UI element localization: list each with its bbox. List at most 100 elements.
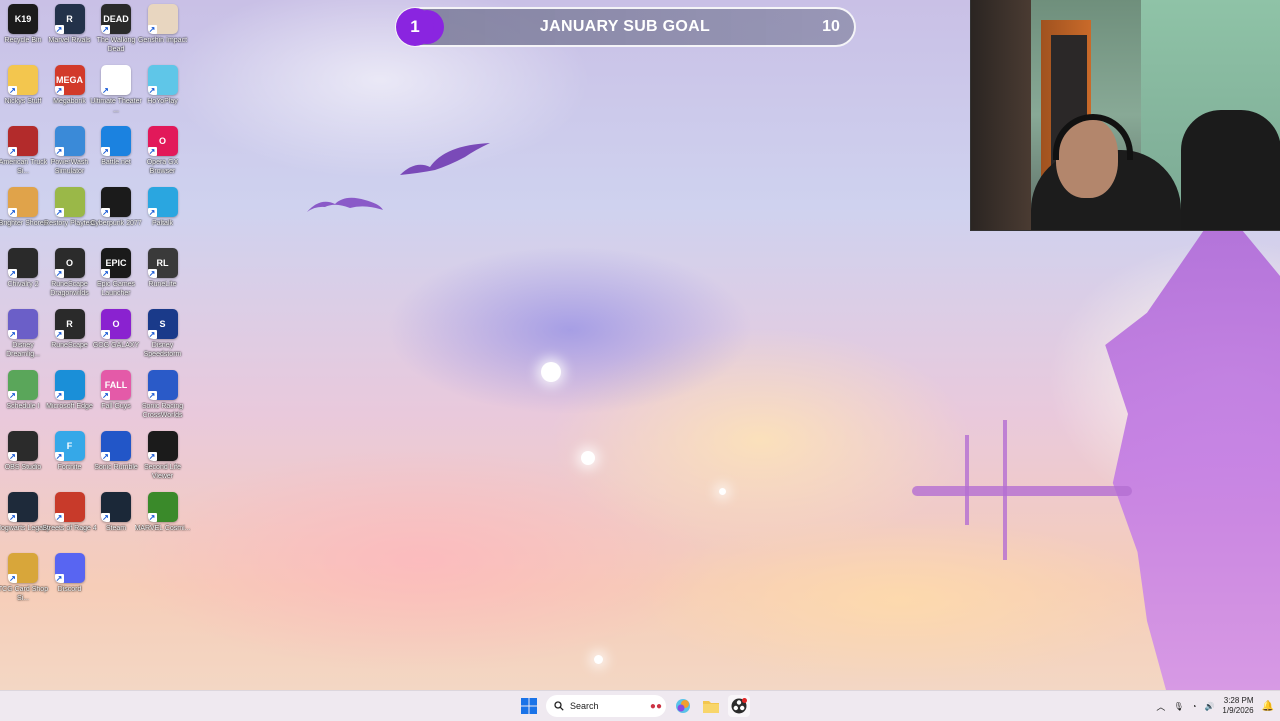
copilot-button[interactable]: [672, 695, 694, 717]
shortcut-arrow-icon: ↗: [147, 513, 157, 522]
discord-icon: ↗: [54, 553, 85, 583]
desktop-icon[interactable]: ↗ Battle.net: [93, 126, 139, 167]
desktop-icon[interactable]: ↗ Cyberpunk 2077: [90, 187, 142, 228]
desktop-icon[interactable]: O ↗ Opera GX Browser: [140, 126, 186, 176]
recycle-bin-icon: K19: [8, 4, 38, 34]
shortcut-arrow-icon: ↗: [8, 147, 17, 156]
desktop-icon[interactable]: ↗ Ultimate Theater ...: [90, 65, 142, 115]
desktop-icon[interactable]: ↗ Second Life Viewer: [140, 431, 186, 481]
desktop-icon[interactable]: ↗ Hogwarts Legacy: [0, 492, 50, 533]
desktop-icon[interactable]: O ↗ GOG GALAXY: [93, 309, 139, 350]
shortcut-arrow-icon: ↗: [101, 330, 110, 339]
wallpaper-bird-1: [400, 143, 490, 175]
brighter-shores-icon: ↗: [8, 187, 38, 217]
shortcut-arrow-icon: ↗: [54, 25, 64, 34]
desktop-icon[interactable]: R ↗ RuneScape: [47, 309, 93, 350]
wallpaper-orb: [541, 362, 561, 382]
search-placeholder: Search: [570, 701, 599, 711]
runescape-icon: R ↗: [54, 309, 85, 339]
desktop-icon[interactable]: F ↗ Fortnite: [47, 431, 93, 472]
desktop-icon[interactable]: K19 Recycle Bin: [0, 4, 46, 45]
icon-badge: MEGA: [56, 75, 83, 85]
taskbar-center: Search ●●: [518, 695, 750, 717]
desktop-icon[interactable]: ↗ Sonic Racing CrossWorlds: [140, 370, 186, 420]
icon-badge: O: [158, 136, 166, 146]
fortnite-icon: F ↗: [54, 431, 85, 461]
desktop-icon[interactable]: ↗ Discord: [47, 553, 93, 594]
desktop-icon[interactable]: ↗ Chivalry 2: [0, 248, 46, 289]
desktop-icon[interactable]: R ↗ Marvel Rivals: [47, 4, 93, 45]
obs-icon: ↗: [8, 431, 38, 461]
powerwash-icon: ↗: [54, 126, 85, 156]
shortcut-arrow-icon: ↗: [54, 574, 64, 583]
desktop-icon-label: Discord: [57, 586, 82, 593]
desktop-icon[interactable]: ↗ Schedule I: [0, 370, 46, 411]
shortcut-arrow-icon: ↗: [8, 330, 17, 339]
folder-icon: ↗: [8, 65, 38, 95]
wallpaper-orb: [581, 451, 595, 465]
microphone-icon[interactable]: 🎙: [1173, 702, 1183, 711]
search-icon: [554, 701, 564, 711]
system-tray: ︿ 🎙 ◔ 🔊 3:28 PM 1/9/2026 🔔: [1156, 695, 1274, 717]
desktop-icon[interactable]: ↗ American Truck Si...: [0, 126, 47, 176]
shortcut-arrow-icon: ↗: [54, 391, 64, 400]
wifi-icon[interactable]: ◔: [1192, 702, 1197, 711]
taskbar-search[interactable]: Search ●●: [546, 695, 666, 717]
icon-badge: DEAD: [103, 14, 129, 24]
desktop-icon[interactable]: ↗ TCG Card Shop Si...: [0, 553, 48, 603]
desktop-icon[interactable]: ↗ Restory Playtest: [44, 187, 95, 228]
desktop-icon[interactable]: ↗ PowerWash Simulator: [47, 126, 93, 176]
desktop-icon[interactable]: ↗ Disney Dreamlig...: [0, 309, 46, 359]
epic-games-icon: EPIC ↗: [101, 248, 131, 278]
shortcut-arrow-icon: ↗: [101, 452, 110, 461]
desktop-icon[interactable]: ↗ HoYoPlay: [140, 65, 186, 106]
desktop-icon[interactable]: EPIC ↗ Epic Games Launcher: [93, 248, 139, 298]
desktop-icon[interactable]: ↗ MARVEL Cosmi...: [135, 492, 191, 533]
chevron-up-icon[interactable]: ︿: [1156, 700, 1165, 713]
file-explorer-button[interactable]: [700, 695, 722, 717]
shortcut-arrow-icon: ↗: [101, 269, 110, 278]
desktop-icon[interactable]: O ↗ RuneScape Dragonwilds: [47, 248, 93, 298]
desktop-icon[interactable]: ↗ Sonic Rumble: [93, 431, 139, 472]
sonic-racing-icon: ↗: [147, 370, 178, 400]
desktop-icon[interactable]: FALL ↗ Fall Guys: [93, 370, 139, 411]
start-button[interactable]: [518, 695, 540, 717]
obs-taskbar-button[interactable]: [728, 695, 750, 717]
desktop-icon[interactable]: ↗ Streets of Rage 4: [42, 492, 97, 533]
desktop-icon[interactable]: ↗ Paltalk: [140, 187, 186, 228]
opera-gx-icon: O ↗: [147, 126, 178, 156]
obs-icon: [731, 698, 747, 714]
webcam-door: [971, 0, 1031, 230]
restory-icon: ↗: [54, 187, 85, 217]
steam-icon: ↗: [101, 492, 131, 522]
desktop-icon[interactable]: ↗ Brighter Shores: [0, 187, 47, 228]
desktop-icon[interactable]: ↗ OBS Studio: [0, 431, 46, 472]
shortcut-arrow-icon: ↗: [54, 269, 64, 278]
desktop-icon-label: Sonic Racing CrossWorlds: [141, 403, 184, 419]
desktop-icon[interactable]: S ↗ Disney Speedstorm: [140, 309, 186, 359]
desktop-icon[interactable]: DEAD ↗ The Walking Dead: [93, 4, 139, 54]
edge-icon: ↗: [54, 370, 85, 400]
paltalk-icon: ↗: [147, 187, 178, 217]
desktop-icon[interactable]: ↗ Microsoft Edge: [46, 370, 93, 411]
truck-icon: ↗: [8, 126, 38, 156]
shortcut-arrow-icon: ↗: [147, 452, 157, 461]
desktop-icon[interactable]: ↗ Nickys Stuff: [0, 65, 46, 106]
notification-bell-icon[interactable]: 🔔: [1262, 701, 1274, 712]
volume-icon[interactable]: 🔊: [1204, 702, 1214, 711]
desktop-icon[interactable]: ↗ Steam: [93, 492, 139, 533]
desktop-icon[interactable]: MEGA ↗ Megabonk: [47, 65, 93, 106]
desktop-icon-label: HoYoPlay: [147, 98, 178, 105]
desktop-icon[interactable]: ↗ Genshin Impact: [138, 4, 187, 45]
desktop-icon[interactable]: RL ↗ RuneLite: [140, 248, 186, 289]
shortcut-arrow-icon: ↗: [54, 513, 64, 522]
desktop-icon-label: Opera GX Browser: [146, 159, 179, 175]
shortcut-arrow-icon: ↗: [147, 86, 157, 95]
fall-guys-icon: FALL ↗: [101, 370, 131, 400]
shortcut-arrow-icon: ↗: [101, 391, 110, 400]
clock[interactable]: 3:28 PM 1/9/2026: [1222, 696, 1253, 716]
walking-dead-icon: DEAD ↗: [101, 4, 131, 34]
wallpaper-castle: [1105, 230, 1280, 690]
shortcut-arrow-icon: ↗: [8, 391, 17, 400]
sub-goal-bar: 1 JANUARY SUB GOAL 10: [395, 7, 856, 47]
